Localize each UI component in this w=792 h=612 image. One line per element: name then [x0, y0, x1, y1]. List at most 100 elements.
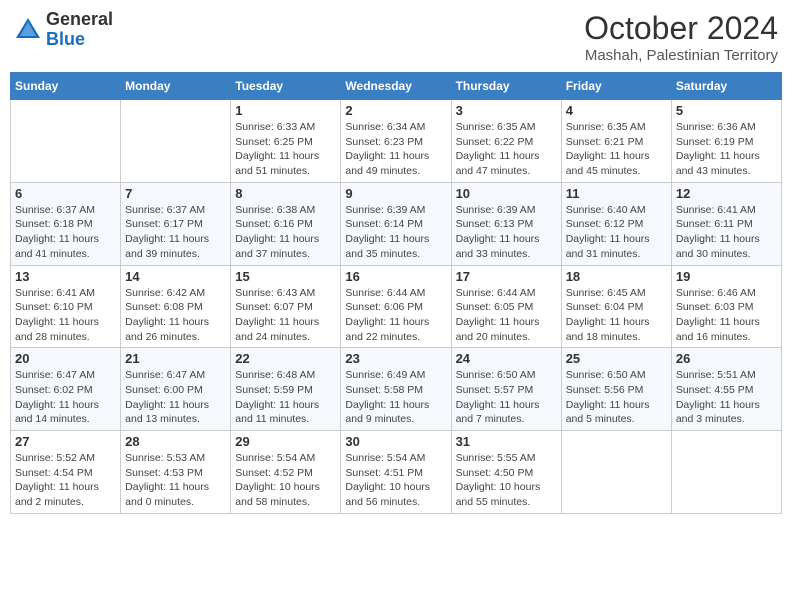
calendar-cell: 26 Sunrise: 5:51 AM Sunset: 4:55 PM Dayli… [671, 348, 781, 431]
calendar-cell: 29 Sunrise: 5:54 AM Sunset: 4:52 PM Dayli… [231, 431, 341, 514]
day-number: 3 [456, 103, 557, 118]
day-info: Sunrise: 6:41 AM Sunset: 6:10 PM Dayligh… [15, 286, 116, 345]
day-info: Sunrise: 6:43 AM Sunset: 6:07 PM Dayligh… [235, 286, 336, 345]
day-info: Sunrise: 5:54 AM Sunset: 4:51 PM Dayligh… [345, 451, 446, 510]
day-number: 7 [125, 186, 226, 201]
day-info: Sunrise: 6:49 AM Sunset: 5:58 PM Dayligh… [345, 368, 446, 427]
day-number: 20 [15, 351, 116, 366]
day-number: 15 [235, 269, 336, 284]
calendar-cell: 16 Sunrise: 6:44 AM Sunset: 6:06 PM Dayli… [341, 265, 451, 348]
weekday-header: Thursday [451, 73, 561, 100]
calendar-week-row: 6Sunrise: 6:37 AM Sunset: 6:18 PM Daylig… [11, 182, 782, 265]
calendar-cell: 13Sunrise: 6:41 AM Sunset: 6:10 PM Dayli… [11, 265, 121, 348]
calendar-cell: 8 Sunrise: 6:38 AM Sunset: 6:16 PM Daylig… [231, 182, 341, 265]
logo-icon [14, 16, 42, 44]
day-number: 5 [676, 103, 777, 118]
day-info: Sunrise: 6:50 AM Sunset: 5:56 PM Dayligh… [566, 368, 667, 427]
calendar-cell: 28 Sunrise: 5:53 AM Sunset: 4:53 PM Dayli… [121, 431, 231, 514]
day-info: Sunrise: 6:46 AM Sunset: 6:03 PM Dayligh… [676, 286, 777, 345]
day-number: 30 [345, 434, 446, 449]
day-number: 25 [566, 351, 667, 366]
calendar-cell: 14Sunrise: 6:42 AM Sunset: 6:08 PM Dayli… [121, 265, 231, 348]
day-number: 16 [345, 269, 446, 284]
calendar-cell: 24Sunrise: 6:50 AM Sunset: 5:57 PM Dayli… [451, 348, 561, 431]
calendar-cell [671, 431, 781, 514]
day-number: 1 [235, 103, 336, 118]
day-number: 28 [125, 434, 226, 449]
day-info: Sunrise: 6:39 AM Sunset: 6:13 PM Dayligh… [456, 203, 557, 262]
calendar-cell: 12 Sunrise: 6:41 AM Sunset: 6:11 PM Dayli… [671, 182, 781, 265]
logo-text: General Blue [46, 10, 113, 50]
calendar-cell: 20 Sunrise: 6:47 AM Sunset: 6:02 PM Dayli… [11, 348, 121, 431]
day-number: 8 [235, 186, 336, 201]
day-info: Sunrise: 6:44 AM Sunset: 6:05 PM Dayligh… [456, 286, 557, 345]
calendar-cell: 23 Sunrise: 6:49 AM Sunset: 5:58 PM Dayli… [341, 348, 451, 431]
calendar-cell: 15 Sunrise: 6:43 AM Sunset: 6:07 PM Dayli… [231, 265, 341, 348]
day-number: 18 [566, 269, 667, 284]
calendar-cell: 11Sunrise: 6:40 AM Sunset: 6:12 PM Dayli… [561, 182, 671, 265]
day-number: 14 [125, 269, 226, 284]
title-block: October 2024 Mashah, Palestinian Territo… [584, 10, 778, 64]
weekday-header: Friday [561, 73, 671, 100]
day-info: Sunrise: 6:33 AM Sunset: 6:25 PM Dayligh… [235, 120, 336, 179]
day-info: Sunrise: 6:47 AM Sunset: 6:00 PM Dayligh… [125, 368, 226, 427]
calendar-cell: 3Sunrise: 6:35 AM Sunset: 6:22 PM Daylig… [451, 100, 561, 183]
weekday-header: Tuesday [231, 73, 341, 100]
calendar-cell: 18Sunrise: 6:45 AM Sunset: 6:04 PM Dayli… [561, 265, 671, 348]
day-info: Sunrise: 5:52 AM Sunset: 4:54 PM Dayligh… [15, 451, 116, 510]
day-number: 2 [345, 103, 446, 118]
calendar-cell: 27Sunrise: 5:52 AM Sunset: 4:54 PM Dayli… [11, 431, 121, 514]
calendar-cell [11, 100, 121, 183]
day-info: Sunrise: 6:36 AM Sunset: 6:19 PM Dayligh… [676, 120, 777, 179]
calendar-cell [561, 431, 671, 514]
logo: General Blue [14, 10, 113, 50]
day-info: Sunrise: 6:37 AM Sunset: 6:17 PM Dayligh… [125, 203, 226, 262]
day-number: 12 [676, 186, 777, 201]
page-header: General Blue October 2024 Mashah, Palest… [10, 10, 782, 64]
calendar-cell: 2 Sunrise: 6:34 AM Sunset: 6:23 PM Daylig… [341, 100, 451, 183]
weekday-header: Monday [121, 73, 231, 100]
day-number: 26 [676, 351, 777, 366]
calendar-cell: 6Sunrise: 6:37 AM Sunset: 6:18 PM Daylig… [11, 182, 121, 265]
calendar-cell: 4Sunrise: 6:35 AM Sunset: 6:21 PM Daylig… [561, 100, 671, 183]
calendar-week-row: 27Sunrise: 5:52 AM Sunset: 4:54 PM Dayli… [11, 431, 782, 514]
calendar-cell: 21 Sunrise: 6:47 AM Sunset: 6:00 PM Dayli… [121, 348, 231, 431]
day-number: 22 [235, 351, 336, 366]
calendar-cell: 10 Sunrise: 6:39 AM Sunset: 6:13 PM Dayli… [451, 182, 561, 265]
day-info: Sunrise: 6:38 AM Sunset: 6:16 PM Dayligh… [235, 203, 336, 262]
weekday-header: Sunday [11, 73, 121, 100]
calendar-cell: 19Sunrise: 6:46 AM Sunset: 6:03 PM Dayli… [671, 265, 781, 348]
day-info: Sunrise: 6:48 AM Sunset: 5:59 PM Dayligh… [235, 368, 336, 427]
calendar-cell: 5 Sunrise: 6:36 AM Sunset: 6:19 PM Daylig… [671, 100, 781, 183]
calendar-cell: 30 Sunrise: 5:54 AM Sunset: 4:51 PM Dayli… [341, 431, 451, 514]
day-info: Sunrise: 6:34 AM Sunset: 6:23 PM Dayligh… [345, 120, 446, 179]
day-number: 10 [456, 186, 557, 201]
calendar-cell: 9Sunrise: 6:39 AM Sunset: 6:14 PM Daylig… [341, 182, 451, 265]
day-info: Sunrise: 6:41 AM Sunset: 6:11 PM Dayligh… [676, 203, 777, 262]
day-info: Sunrise: 5:54 AM Sunset: 4:52 PM Dayligh… [235, 451, 336, 510]
calendar-cell: 31 Sunrise: 5:55 AM Sunset: 4:50 PM Dayli… [451, 431, 561, 514]
month-title: October 2024 [584, 10, 778, 47]
calendar-cell: 25 Sunrise: 6:50 AM Sunset: 5:56 PM Dayli… [561, 348, 671, 431]
location-title: Mashah, Palestinian Territory [584, 47, 778, 64]
day-info: Sunrise: 5:53 AM Sunset: 4:53 PM Dayligh… [125, 451, 226, 510]
calendar-cell [121, 100, 231, 183]
calendar-table: SundayMondayTuesdayWednesdayThursdayFrid… [10, 72, 782, 514]
day-number: 29 [235, 434, 336, 449]
day-info: Sunrise: 6:50 AM Sunset: 5:57 PM Dayligh… [456, 368, 557, 427]
calendar-cell: 1 Sunrise: 6:33 AM Sunset: 6:25 PM Daylig… [231, 100, 341, 183]
day-info: Sunrise: 6:44 AM Sunset: 6:06 PM Dayligh… [345, 286, 446, 345]
day-number: 31 [456, 434, 557, 449]
day-number: 6 [15, 186, 116, 201]
day-info: Sunrise: 5:55 AM Sunset: 4:50 PM Dayligh… [456, 451, 557, 510]
day-number: 9 [345, 186, 446, 201]
weekday-header: Wednesday [341, 73, 451, 100]
calendar-week-row: 1 Sunrise: 6:33 AM Sunset: 6:25 PM Daylig… [11, 100, 782, 183]
day-number: 4 [566, 103, 667, 118]
day-info: Sunrise: 5:51 AM Sunset: 4:55 PM Dayligh… [676, 368, 777, 427]
calendar-week-row: 20 Sunrise: 6:47 AM Sunset: 6:02 PM Dayli… [11, 348, 782, 431]
day-info: Sunrise: 6:47 AM Sunset: 6:02 PM Dayligh… [15, 368, 116, 427]
day-number: 23 [345, 351, 446, 366]
calendar-cell: 17Sunrise: 6:44 AM Sunset: 6:05 PM Dayli… [451, 265, 561, 348]
day-number: 21 [125, 351, 226, 366]
